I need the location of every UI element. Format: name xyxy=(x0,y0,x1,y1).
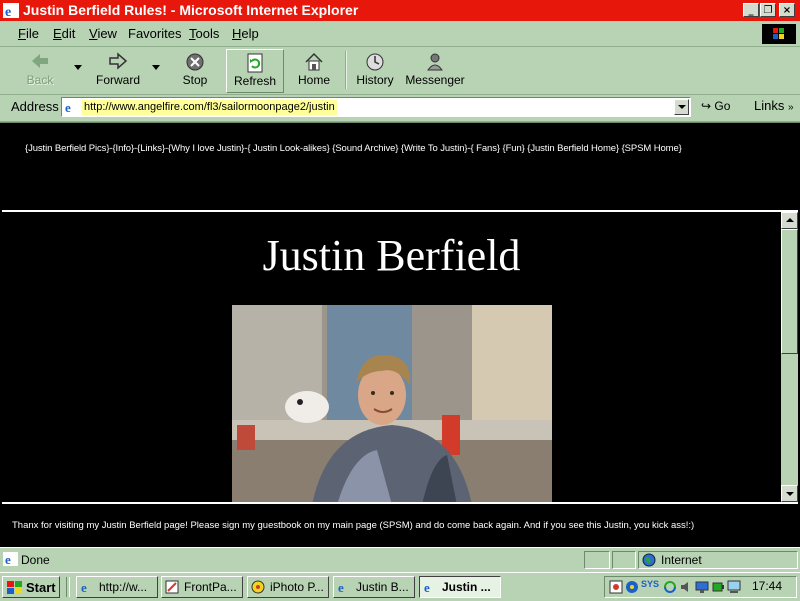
security-zone: Internet xyxy=(661,553,702,567)
address-field[interactable]: e http://www.angelfire.com/fl3/sailormoo… xyxy=(61,97,691,117)
status-pane xyxy=(612,551,636,569)
menu-bar: File Edit View Favorites Tools Help xyxy=(0,21,800,47)
tray-monitor-icon[interactable] xyxy=(727,580,741,594)
menu-edit[interactable]: Edit xyxy=(53,26,75,41)
windows-logo-icon xyxy=(762,24,796,44)
svg-text:e: e xyxy=(5,552,11,566)
svg-text:e: e xyxy=(338,580,344,594)
tray-app-icon[interactable] xyxy=(609,580,623,594)
menu-file[interactable]: File xyxy=(18,26,39,41)
svg-text:e: e xyxy=(424,580,430,594)
home-icon xyxy=(305,52,323,71)
address-input[interactable]: http://www.angelfire.com/fl3/sailormoonp… xyxy=(82,100,337,115)
stop-button[interactable]: Stop xyxy=(170,49,220,91)
links-button[interactable]: Links » xyxy=(754,98,794,113)
start-button[interactable]: Start xyxy=(2,576,60,598)
status-pane xyxy=(584,551,610,569)
ie-icon: e xyxy=(81,580,87,594)
page-icon: e xyxy=(65,100,71,114)
minimize-button[interactable]: _ xyxy=(743,3,759,17)
menu-favorites[interactable]: Favorites xyxy=(128,26,181,41)
task-button-ie[interactable]: e http://w... xyxy=(76,576,158,598)
history-icon xyxy=(366,53,384,71)
messenger-button[interactable]: Messenger xyxy=(404,49,466,91)
frame-divider-bottom xyxy=(2,502,798,504)
menu-tools[interactable]: Tools xyxy=(189,26,219,41)
forward-dropdown-icon[interactable] xyxy=(152,65,160,70)
close-button[interactable]: × xyxy=(779,3,795,17)
address-bar: Address e http://www.angelfire.com/fl3/s… xyxy=(0,95,800,122)
messenger-icon xyxy=(427,53,443,71)
restore-button[interactable]: ❐ xyxy=(760,3,776,17)
page-done-icon: e xyxy=(3,552,18,566)
footer-message: Thanx for visiting my Justin Berfield pa… xyxy=(12,520,695,531)
refresh-icon xyxy=(247,53,263,73)
main-frame: Justin Berfield xyxy=(2,212,781,502)
iphoto-icon xyxy=(251,580,265,594)
address-dropdown-button[interactable] xyxy=(674,99,689,115)
forward-arrow-icon xyxy=(109,52,128,70)
toolbar: Back Forward Stop Refresh Home History M… xyxy=(0,47,800,95)
clock[interactable]: 17:44 xyxy=(752,579,782,593)
ie-icon: e xyxy=(3,3,19,18)
back-button[interactable]: Back xyxy=(10,49,70,91)
window-title: Justin Berfield Rules! - Microsoft Inter… xyxy=(23,2,359,18)
tray-power-icon[interactable] xyxy=(711,580,725,594)
ie-icon: e xyxy=(424,580,430,594)
windows-flag-icon xyxy=(7,581,22,594)
status-text: Done xyxy=(21,553,50,567)
svg-text:e: e xyxy=(65,100,71,114)
page-heading: Justin Berfield xyxy=(262,231,521,280)
refresh-button[interactable]: Refresh xyxy=(226,49,284,93)
go-button[interactable]: ↪ Go xyxy=(701,99,730,113)
menu-help[interactable]: Help xyxy=(232,26,259,41)
globe-icon xyxy=(642,553,656,567)
taskbar: Start e http://w... FrontPa... iPhoto P.… xyxy=(0,572,800,601)
scroll-down-button[interactable] xyxy=(781,485,798,502)
scroll-up-button[interactable] xyxy=(781,212,798,229)
status-bar: e Done Internet xyxy=(0,547,800,572)
nav-links[interactable]: {Justin Berfield Pics}-{Info}-{Links}-{W… xyxy=(25,143,682,154)
tray-display-icon[interactable] xyxy=(695,580,709,594)
stop-icon xyxy=(186,53,204,71)
task-button-frontpage[interactable]: FrontPa... xyxy=(161,576,243,598)
volume-icon[interactable] xyxy=(679,580,693,594)
address-label: Address xyxy=(11,99,59,114)
go-arrow-icon: ↪ xyxy=(701,99,712,113)
back-dropdown-icon[interactable] xyxy=(74,65,82,70)
ie-icon: e xyxy=(338,580,344,594)
scroll-thumb[interactable] xyxy=(781,229,798,354)
justin-photo xyxy=(232,305,552,502)
forward-button[interactable]: Forward xyxy=(88,49,148,91)
chevron-right-icon: » xyxy=(787,102,794,113)
frontpage-icon xyxy=(165,580,179,594)
toolbar-separator xyxy=(345,51,347,89)
tray-network-icon[interactable] xyxy=(625,580,639,594)
back-arrow-icon xyxy=(32,54,48,68)
task-button-justin-1[interactable]: e Justin B... xyxy=(333,576,415,598)
svg-text:e: e xyxy=(81,580,87,594)
vertical-scrollbar[interactable] xyxy=(781,212,798,502)
task-button-iphoto[interactable]: iPhoto P... xyxy=(247,576,329,598)
svg-text:e: e xyxy=(5,5,11,18)
home-button[interactable]: Home xyxy=(288,49,340,91)
history-button[interactable]: History xyxy=(350,49,400,91)
menu-view[interactable]: View xyxy=(89,26,117,41)
tray-sys-text[interactable]: SYS xyxy=(641,579,659,589)
tray-sync-icon[interactable] xyxy=(663,580,677,594)
taskbar-separator xyxy=(66,577,70,597)
nav-frame xyxy=(2,124,798,208)
title-bar[interactable]: e Justin Berfield Rules! - Microsoft Int… xyxy=(0,0,800,21)
task-button-justin-active[interactable]: e Justin ... xyxy=(419,576,501,598)
